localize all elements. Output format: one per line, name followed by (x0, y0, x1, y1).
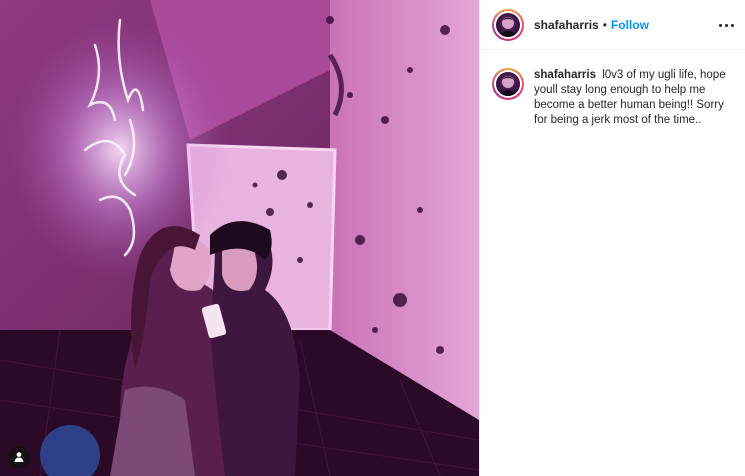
caption-text-block: shafaharris l0v3 of my ugli life, hope y… (534, 68, 734, 128)
caption-comment: shafaharris l0v3 of my ugli life, hope y… (492, 68, 738, 128)
avatar-image (499, 76, 517, 96)
caption-avatar[interactable] (492, 68, 524, 100)
instagram-post: shafaharris • Follow shafaharris l0v3 of… (0, 0, 745, 476)
follow-button[interactable]: Follow (611, 18, 649, 32)
caption-username[interactable]: shafaharris (534, 69, 596, 81)
user-tag-button[interactable] (8, 446, 30, 468)
post-photo[interactable] (0, 0, 479, 476)
post-side-panel: shafaharris • Follow shafaharris l0v3 of… (479, 0, 745, 476)
author-avatar[interactable] (492, 8, 524, 41)
photo-scene (0, 0, 479, 476)
author-username[interactable]: shafaharris (534, 18, 599, 32)
avatar-image (499, 16, 517, 37)
post-header: shafaharris • Follow (480, 0, 745, 50)
user-tag-icon (14, 452, 24, 462)
separator-dot: • (602, 17, 607, 32)
more-horizontal-icon[interactable] (716, 15, 736, 35)
